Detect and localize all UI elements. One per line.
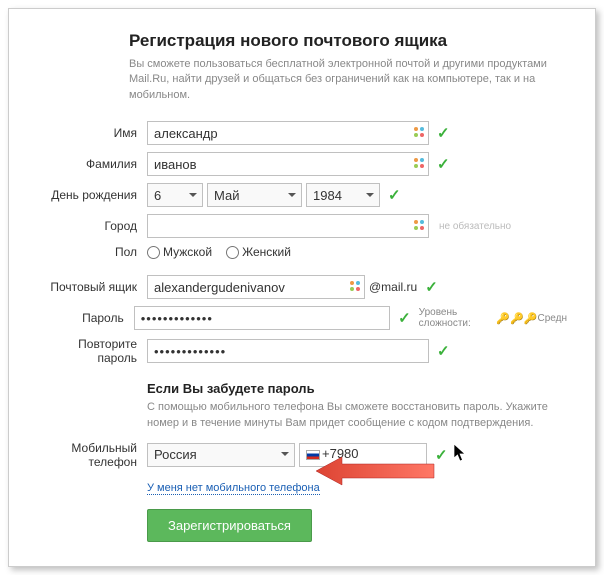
label-birthday: День рождения: [37, 188, 147, 202]
label-city: Город: [37, 219, 147, 233]
domain-label: @mail.ru: [369, 280, 417, 294]
password-input[interactable]: [134, 306, 390, 330]
radio-male[interactable]: Мужской: [147, 245, 212, 259]
repeat-password-input[interactable]: [147, 339, 429, 363]
check-icon: ✓: [398, 309, 411, 327]
page-title: Регистрация нового почтового ящика: [129, 31, 567, 51]
birthday-year-select[interactable]: 1984: [306, 183, 380, 207]
register-button[interactable]: Зарегистрироваться: [147, 509, 312, 542]
check-icon: ✓: [437, 342, 450, 360]
label-password: Пароль: [37, 311, 134, 325]
check-icon: ✓: [437, 155, 450, 173]
label-gender: Пол: [37, 245, 147, 259]
label-mobile: Мобильный телефон: [37, 441, 147, 469]
city-input[interactable]: [147, 214, 429, 238]
label-firstname: Имя: [37, 126, 147, 140]
russia-flag-icon: [306, 450, 320, 460]
no-phone-link[interactable]: У меня нет мобильного телефона: [147, 482, 320, 495]
optional-note: не обязательно: [439, 221, 511, 232]
check-icon: ✓: [435, 446, 448, 464]
check-icon: ✓: [437, 124, 450, 142]
firstname-input[interactable]: [147, 121, 429, 145]
label-mailbox: Почтовый ящик: [37, 280, 147, 294]
recovery-title: Если Вы забудете пароль: [147, 381, 567, 396]
birthday-month-select[interactable]: Май: [207, 183, 302, 207]
registration-form: Регистрация нового почтового ящика Вы см…: [8, 8, 596, 567]
label-repeat-password: Повторите пароль: [37, 337, 147, 365]
phone-prefix-input[interactable]: +7980: [299, 443, 427, 467]
phone-country-select[interactable]: Россия: [147, 443, 295, 467]
lastname-input[interactable]: [147, 152, 429, 176]
mailbox-input[interactable]: [147, 275, 365, 299]
page-subtitle: Вы сможете пользоваться бесплатной элект…: [129, 57, 567, 103]
birthday-day-select[interactable]: 6: [147, 183, 203, 207]
check-icon: ✓: [388, 186, 401, 204]
label-lastname: Фамилия: [37, 157, 147, 171]
recovery-desc: С помощью мобильного телефона Вы сможете…: [147, 400, 567, 431]
password-strength: Уровень сложности: 🔑🔑🔑 Средн: [419, 307, 567, 329]
check-icon: ✓: [425, 278, 438, 296]
radio-female[interactable]: Женский: [226, 245, 291, 259]
